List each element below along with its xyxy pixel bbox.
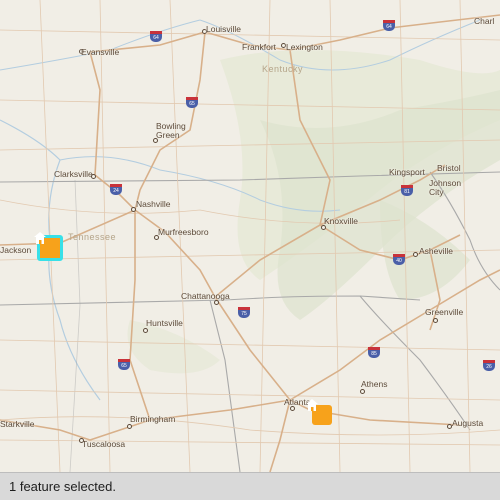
city-label-jackson: Jackson xyxy=(0,245,32,255)
city-label-evansville: Evansville xyxy=(81,47,120,57)
status-text: 1 feature selected. xyxy=(9,479,116,494)
city-label-tuscaloosa: Tuscaloosa xyxy=(82,439,126,449)
house-icon xyxy=(34,232,46,244)
city-label-bowling-green: Bowling Green xyxy=(156,121,186,140)
interstate-shield: 24 xyxy=(110,184,122,195)
city-dot xyxy=(413,252,418,257)
interstate-shield: 26 xyxy=(483,360,495,371)
city-label-louisville: Louisville xyxy=(206,24,241,34)
interstate-shield: 81 xyxy=(401,185,413,196)
city-label-asheville: Asheville xyxy=(419,246,454,256)
interstate-shield: 64 xyxy=(383,20,395,31)
interstate-shield: 64 xyxy=(150,31,162,42)
city-label-lexington: Lexington xyxy=(286,42,323,52)
city-label-birmingham: Birmingham xyxy=(130,414,176,424)
interstate-shield: 85 xyxy=(368,347,380,358)
city-label-clarksville: Clarksville xyxy=(54,169,93,179)
interstate-shield: 40 xyxy=(393,254,405,265)
interstate-shield: 75 xyxy=(238,307,250,318)
city-dot xyxy=(91,174,96,179)
city-label-chattanooga: Chattanooga xyxy=(181,291,230,301)
house-icon xyxy=(306,399,318,411)
interstate-shield: 65 xyxy=(118,359,130,370)
city-dot xyxy=(153,138,158,143)
city-dot xyxy=(360,389,365,394)
home-marker[interactable] xyxy=(306,399,332,425)
city-label-bristol: Bristol xyxy=(437,163,461,173)
map-view[interactable]: Kentucky Tennessee Louisville Evansville… xyxy=(0,0,500,472)
city-label-augusta: Augusta xyxy=(452,418,484,428)
state-label-tennessee: Tennessee xyxy=(68,232,117,242)
interstate-shield: 65 xyxy=(186,97,198,108)
city-dot xyxy=(321,225,326,230)
city-dot xyxy=(290,406,295,411)
city-dot xyxy=(447,424,452,429)
city-label-murfreesboro: Murfreesboro xyxy=(158,227,209,237)
status-bar: 1 feature selected. xyxy=(0,472,500,500)
city-dot xyxy=(214,300,219,305)
city-dot xyxy=(154,235,159,240)
city-label-athens: Athens xyxy=(361,379,388,389)
state-label-kentucky: Kentucky xyxy=(262,64,304,74)
city-label-nashville: Nashville xyxy=(136,199,171,209)
city-dot xyxy=(143,328,148,333)
city-dot xyxy=(127,424,132,429)
city-dot xyxy=(433,318,438,323)
home-marker[interactable] xyxy=(34,232,63,261)
city-label-starkville: Starkville xyxy=(0,419,35,429)
city-label-frankfort: Frankfort xyxy=(242,42,277,52)
city-dot xyxy=(131,207,136,212)
city-dot xyxy=(79,438,84,443)
city-label-johnson-city: Johnson City xyxy=(429,178,462,197)
city-label-charl: Charl xyxy=(474,16,495,26)
city-label-knoxville: Knoxville xyxy=(324,216,359,226)
city-label-huntsville: Huntsville xyxy=(146,318,183,328)
city-label-greenville: Greenville xyxy=(425,307,464,317)
city-label-kingsport: Kingsport xyxy=(389,167,425,177)
